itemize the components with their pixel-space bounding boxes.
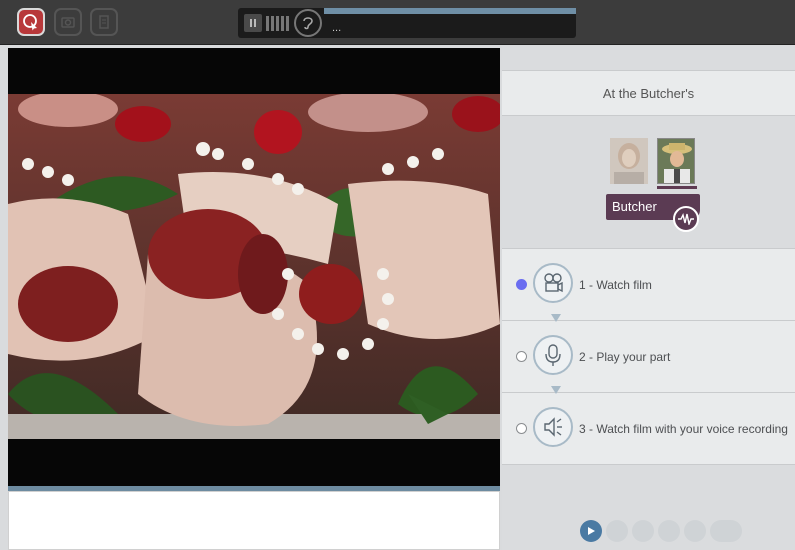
steps-divider [502,464,795,465]
pause-button[interactable] [244,14,262,32]
ear-icon [303,17,313,30]
player-status-text: ... [332,22,342,34]
film-camera-icon [544,273,563,293]
selected-character-indicator [657,186,697,189]
butcher-avatar-icon [658,139,694,183]
step-play-your-part[interactable]: 2 - Play your part [502,314,795,392]
step-watch-film[interactable]: 1 - Watch film [502,248,795,320]
right-panel: At the Butcher's Butcher 1 - Watch film … [502,46,795,550]
playback-controls [502,516,795,546]
play-icon [588,527,595,535]
character-butcher[interactable] [657,138,695,184]
waveform-icon [678,213,694,225]
rewind-button-disabled[interactable] [658,520,680,542]
video-player[interactable] [8,48,500,488]
pause-button-disabled[interactable] [606,520,628,542]
step-2-label: 2 - Play your part [579,350,671,364]
step-arrow [551,314,561,322]
volume-button-disabled[interactable] [710,520,742,542]
pause-icon [250,19,256,27]
step-3-icon-circle [533,407,573,447]
stop-button-disabled[interactable] [632,520,654,542]
step-1-label: 1 - Watch film [579,278,652,292]
voice-sample-button[interactable] [673,206,699,232]
camera-tool-button[interactable] [54,8,82,36]
speaker-icon [544,417,562,437]
step-arrow [551,386,561,394]
forward-button-disabled[interactable] [684,520,706,542]
character-selector: Butcher [502,116,795,248]
video-frame-meat-display [8,94,500,439]
subtitle-area [8,491,500,550]
scene-title: At the Butcher's [502,70,795,116]
character-woman[interactable] [610,138,648,184]
step-3-label: 3 - Watch film with your voice recording [579,422,788,436]
step-3-radio[interactable] [516,423,527,434]
pointer-tool-button[interactable] [17,8,45,36]
document-icon [99,15,109,29]
step-watch-with-recording[interactable]: 3 - Watch film with your voice recording [502,386,795,464]
activity-steps: 1 - Watch film 2 - Play your part 3 - Wa… [502,248,795,465]
listen-button[interactable] [294,9,322,37]
audio-level-icon [266,16,289,31]
document-tool-button[interactable] [90,8,118,36]
step-2-icon-circle [533,335,573,375]
top-toolbar: ... [0,0,795,45]
step-1-icon-circle [533,263,573,303]
step-2-radio[interactable] [516,351,527,362]
pointer-icon [23,14,37,31]
role-label: Butcher [612,199,657,214]
step-1-radio[interactable] [516,279,527,290]
woman-avatar-icon [610,138,648,184]
microphone-icon [545,344,561,366]
player-progress-bar[interactable] [324,8,576,14]
camera-icon [61,17,75,28]
play-button[interactable] [580,520,602,542]
player-controls: ... [238,8,576,38]
